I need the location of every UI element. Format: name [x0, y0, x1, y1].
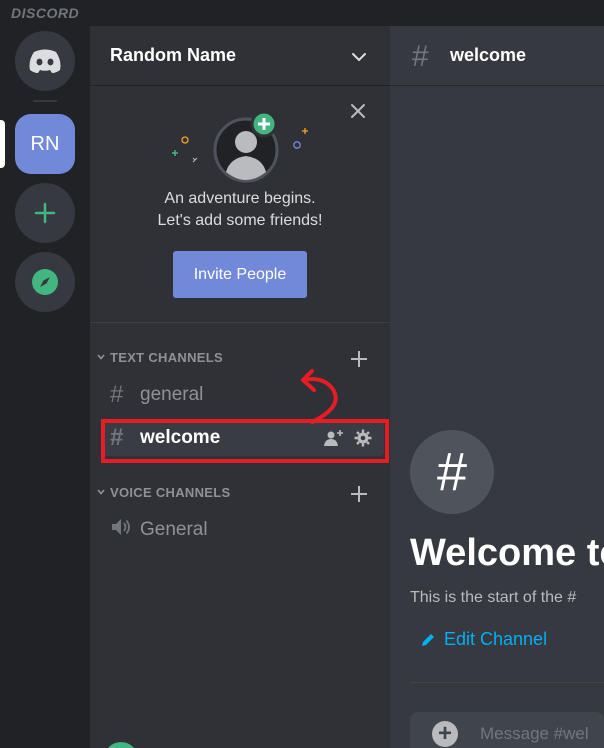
create-voice-channel-icon[interactable] — [349, 484, 369, 504]
chat-channel-name: welcome — [450, 45, 527, 65]
welcome-subtitle: This is the start of the # — [410, 589, 577, 606]
server-initials: RN — [30, 132, 60, 155]
hash-icon: # — [410, 430, 494, 514]
pencil-icon — [422, 633, 434, 646]
chat-area: # welcome # Welcome to This is the start… — [390, 26, 604, 748]
invite-line-2: Let's add some friends! — [157, 212, 323, 229]
welcome-title: Welcome to — [410, 532, 604, 574]
channel-name: general — [140, 384, 204, 405]
message-input[interactable] — [480, 712, 604, 748]
hash-icon: # — [412, 40, 429, 73]
server-random-name[interactable]: RN — [15, 114, 75, 174]
channel-name: General — [140, 519, 208, 540]
explore-servers-button[interactable] — [15, 252, 75, 312]
guild-header[interactable]: Random Name — [90, 26, 390, 86]
edit-channel-label: Edit Channel — [444, 629, 548, 649]
divider — [410, 682, 604, 683]
server-rail: RN — [0, 26, 90, 748]
invite-illustration — [172, 110, 308, 183]
invite-people-button[interactable]: Invite People — [173, 251, 307, 298]
discord-logo-icon — [29, 49, 61, 73]
title-bar: DISCORD — [0, 0, 604, 26]
invite-line-1: An adventure begins. — [164, 190, 316, 207]
home-button[interactable] — [15, 31, 75, 91]
close-icon[interactable] — [349, 102, 367, 120]
curved-arrow-annotation — [301, 369, 338, 424]
chevron-down-icon — [352, 53, 366, 62]
speaker-icon — [110, 516, 140, 544]
category-text-channels[interactable]: TEXT CHANNELS — [96, 347, 223, 367]
voice-channel-general[interactable]: General — [102, 512, 384, 548]
hash-icon: # — [110, 381, 124, 408]
category-label: TEXT CHANNELS — [110, 349, 223, 365]
plus-icon — [34, 202, 56, 224]
add-server-button[interactable] — [15, 183, 75, 243]
chevron-down-icon — [96, 350, 110, 365]
edit-channel-link[interactable]: Edit Channel — [420, 629, 547, 650]
category-voice-channels[interactable]: VOICE CHANNELS — [96, 482, 231, 502]
message-composer: + — [410, 712, 604, 748]
chevron-down-icon — [96, 485, 110, 500]
invite-card: An adventure begins. Let's add some frie… — [90, 86, 390, 323]
rail-separator — [33, 100, 57, 102]
app-brand: DISCORD — [11, 5, 80, 21]
compass-icon — [32, 269, 58, 295]
create-text-channel-icon[interactable] — [349, 349, 369, 369]
chat-header: # welcome — [390, 26, 604, 86]
invite-message: An adventure begins. Let's add some frie… — [90, 188, 390, 232]
upload-plus-icon[interactable]: + — [432, 720, 458, 747]
selected-server-indicator — [0, 120, 5, 168]
guild-name: Random Name — [110, 45, 237, 65]
category-label: VOICE CHANNELS — [110, 484, 231, 500]
